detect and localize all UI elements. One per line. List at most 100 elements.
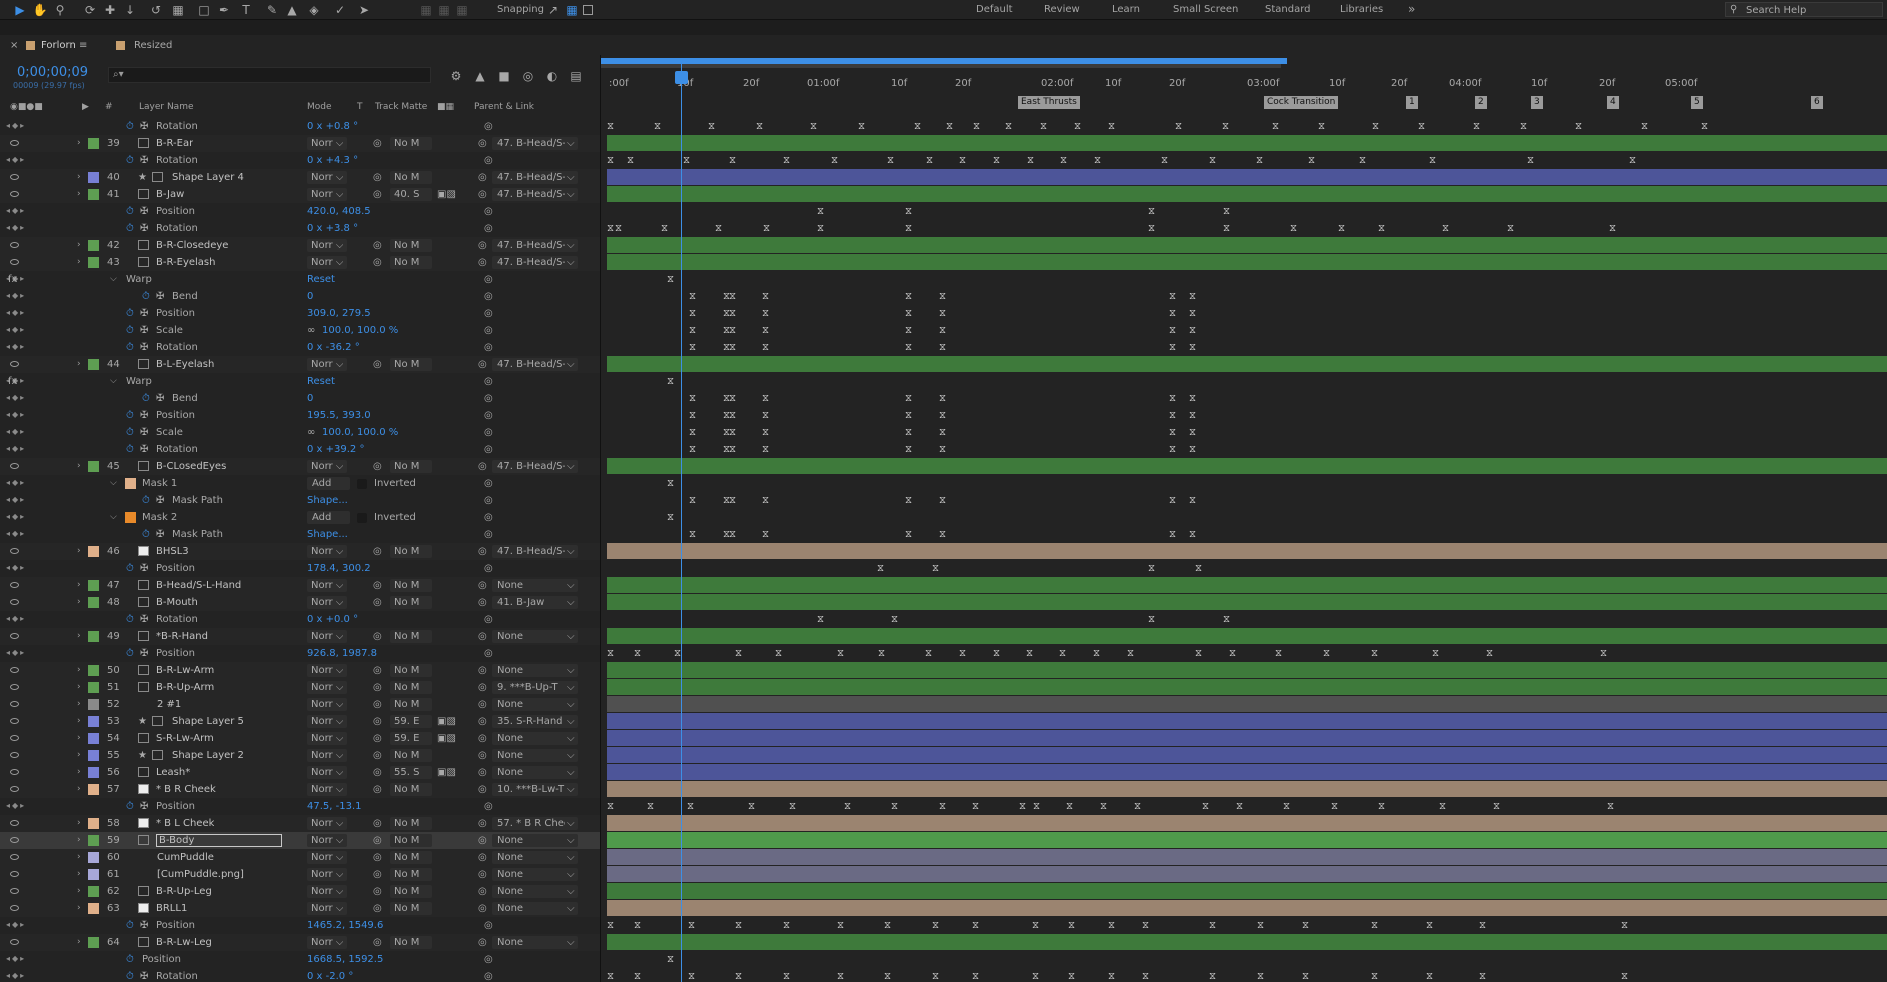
- label-color-swatch[interactable]: [88, 937, 99, 948]
- keyframe-icon[interactable]: ⧖: [1005, 122, 1012, 132]
- expression-pickwhip-icon[interactable]: ◎: [484, 427, 493, 438]
- keyframe-icon[interactable]: ⧖: [1507, 224, 1514, 234]
- label-color-swatch[interactable]: [88, 631, 99, 642]
- keyframe-icon[interactable]: ⧖: [1026, 649, 1033, 659]
- keyframe-icon[interactable]: ⧖: [1621, 972, 1628, 982]
- keyframe-icon[interactable]: ⧖: [607, 921, 614, 931]
- layer-name[interactable]: *B-R-Hand: [156, 631, 208, 642]
- keyframe-track[interactable]: ⧖: [607, 509, 1887, 525]
- keyframe-icon[interactable]: ⧖: [729, 394, 736, 404]
- graph-editor-icon[interactable]: ▤: [568, 69, 584, 83]
- graph-icon[interactable]: ✠: [140, 206, 148, 217]
- expression-pickwhip-icon[interactable]: ◎: [484, 206, 493, 217]
- track-matte-icon[interactable]: ◎: [373, 631, 382, 642]
- track-matte-icon[interactable]: ◎: [373, 682, 382, 693]
- parent-pickwhip-icon[interactable]: ◎: [478, 665, 487, 676]
- keyframe-icon[interactable]: ⧖: [1094, 156, 1101, 166]
- keyframe-icon[interactable]: ⧖: [1479, 921, 1486, 931]
- expression-pickwhip-icon[interactable]: ◎: [484, 410, 493, 421]
- stopwatch-icon[interactable]: ⏱: [126, 427, 134, 438]
- expand-layer-icon[interactable]: ›: [77, 767, 81, 777]
- keyframe-icon[interactable]: ⧖: [905, 326, 912, 336]
- keyframe-icon[interactable]: ⧖: [1338, 224, 1345, 234]
- workspace-default[interactable]: Default: [976, 4, 1013, 15]
- keyframe-track[interactable]: ⧖ ⧖ ⧖ ⧖ ⧖ ⧖ ⧖ ⧖: [607, 339, 1887, 355]
- keyframe-icon[interactable]: ⧖: [689, 496, 696, 506]
- layer-name[interactable]: B-R-Closedeye: [156, 240, 228, 251]
- keyframe-icon[interactable]: ⧖: [729, 292, 736, 302]
- in-point-marker[interactable]: ⧖: [667, 377, 674, 387]
- visibility-toggle-icon[interactable]: [10, 718, 19, 724]
- layer-name[interactable]: B-R-Lw-Leg: [156, 937, 212, 948]
- parent-pickwhip-icon[interactable]: ◎: [478, 172, 487, 183]
- layer-name[interactable]: B-Body: [156, 834, 282, 847]
- keyframe-track[interactable]: ⧖ ⧖ ⧖ ⧖ ⧖ ⧖ ⧖ ⧖ ⧖ ⧖ ⧖ ⧖ ⧖ ⧖ ⧖ ⧖ ⧖ ⧖ ⧖ ⧖: [607, 968, 1887, 982]
- keyframe-track[interactable]: ⧖ ⧖ ⧖ ⧖ ⧖ ⧖ ⧖ ⧖: [607, 322, 1887, 338]
- keyframe-icon[interactable]: ⧖: [689, 445, 696, 455]
- keyframe-icon[interactable]: ⧖: [1189, 445, 1196, 455]
- property-row[interactable]: ◂◆▸ ⏱ ✠ Rotation 0 x -36.2 ° ◎: [0, 339, 600, 356]
- keyframe-navigator-icon[interactable]: ◂◆▸: [6, 291, 26, 300]
- workspace-review[interactable]: Review: [1044, 4, 1080, 15]
- expression-pickwhip-icon[interactable]: ◎: [484, 155, 493, 166]
- visibility-toggle-icon[interactable]: [10, 820, 19, 826]
- expand-layer-icon[interactable]: ›: [77, 835, 81, 845]
- keyframe-icon[interactable]: ⧖: [1493, 802, 1500, 812]
- keyframe-icon[interactable]: ⧖: [762, 309, 769, 319]
- property-value[interactable]: 1465.2, 1549.6: [307, 920, 383, 931]
- keyframe-icon[interactable]: ⧖: [1169, 309, 1176, 319]
- keyframe-icon[interactable]: ⧖: [858, 122, 865, 132]
- keyframe-icon[interactable]: ⧖: [959, 156, 966, 166]
- keyframe-icon[interactable]: ⧖: [905, 224, 912, 234]
- tab-resized[interactable]: Resized: [134, 40, 172, 51]
- keyframe-navigator-icon[interactable]: ◂◆▸: [6, 529, 26, 538]
- keyframe-icon[interactable]: ⧖: [1223, 224, 1230, 234]
- keyframe-icon[interactable]: ⧖: [729, 326, 736, 336]
- visibility-toggle-icon[interactable]: [10, 633, 19, 639]
- keyframe-track[interactable]: ⧖ ⧖ ⧖ ⧖ ⧖ ⧖ ⧖ ⧖: [607, 492, 1887, 508]
- keyframe-track[interactable]: ⧖ ⧖ ⧖ ⧖ ⧖ ⧖ ⧖ ⧖ ⧖ ⧖ ⧖ ⧖ ⧖ ⧖ ⧖ ⧖ ⧖ ⧖ ⧖ ⧖ ⧖ ⧖: [607, 645, 1887, 661]
- property-row[interactable]: ◂◆▸ ⏱ ✠ Mask Path Shape... ◎: [0, 492, 600, 509]
- keyframe-icon[interactable]: ⧖: [810, 122, 817, 132]
- graph-icon[interactable]: ✠: [140, 444, 148, 455]
- layer-name[interactable]: BHSL3: [156, 546, 189, 557]
- track-matte-icon[interactable]: ◎: [373, 937, 382, 948]
- keyframe-icon[interactable]: ⧖: [783, 921, 790, 931]
- keyframe-icon[interactable]: ⧖: [1607, 802, 1614, 812]
- expand-layer-icon[interactable]: ›: [77, 257, 81, 267]
- pan-tool-icon[interactable]: ✚: [102, 3, 118, 17]
- keyframe-icon[interactable]: ⧖: [939, 326, 946, 336]
- keyframe-icon[interactable]: ⧖: [729, 445, 736, 455]
- keyframe-icon[interactable]: ⧖: [1236, 802, 1243, 812]
- keyframe-icon[interactable]: ⧖: [905, 530, 912, 540]
- label-color-swatch[interactable]: [88, 597, 99, 608]
- layer-duration-bar[interactable]: [607, 713, 1887, 729]
- parent-pickwhip-icon[interactable]: ◎: [478, 750, 487, 761]
- track-matte-icon[interactable]: ◎: [373, 597, 382, 608]
- keyframe-icon[interactable]: ⧖: [689, 530, 696, 540]
- keyframe-icon[interactable]: ⧖: [905, 309, 912, 319]
- label-color-swatch[interactable]: [88, 240, 99, 251]
- layer-row[interactable]: › 58 * B L Cheek Norr ⌵ ◎ No M ◎ 57. * B R Chee…: [0, 815, 600, 832]
- visibility-toggle-icon[interactable]: [10, 871, 19, 877]
- keyframe-icon[interactable]: ⧖: [905, 343, 912, 353]
- keyframe-icon[interactable]: ⧖: [939, 411, 946, 421]
- keyframe-navigator-icon[interactable]: ◂◆▸: [6, 920, 26, 929]
- keyframe-icon[interactable]: ⧖: [1621, 921, 1628, 931]
- keyframe-track[interactable]: ⧖ ⧖ ⧖ ⧖: [607, 560, 1887, 576]
- keyframe-icon[interactable]: ⧖: [905, 496, 912, 506]
- keyframe-icon[interactable]: ⧖: [1372, 122, 1379, 132]
- zoom-tool-icon[interactable]: ⚲: [52, 3, 68, 17]
- keyframe-navigator-icon[interactable]: ◂◆▸: [6, 954, 26, 963]
- keyframe-icon[interactable]: ⧖: [1127, 649, 1134, 659]
- keyframe-icon[interactable]: ⧖: [783, 972, 790, 982]
- expression-pickwhip-icon[interactable]: ◎: [484, 342, 493, 353]
- keyframe-track[interactable]: ⧖ ⧖ ⧖ ⧖: [607, 203, 1887, 219]
- keyframe-track[interactable]: ⧖ ⧖ ⧖ ⧖ ⧖ ⧖ ⧖ ⧖: [607, 441, 1887, 457]
- visibility-toggle-icon[interactable]: [10, 174, 19, 180]
- property-row[interactable]: ◂◆▸ ⏱ ✠ Rotation 0 x +0.8 ° ◎: [0, 118, 600, 135]
- keyframe-icon[interactable]: ⧖: [1318, 122, 1325, 132]
- keyframe-icon[interactable]: ⧖: [1479, 972, 1486, 982]
- stopwatch-icon[interactable]: ⏱: [142, 529, 150, 540]
- track-matte-icon[interactable]: ◎: [373, 546, 382, 557]
